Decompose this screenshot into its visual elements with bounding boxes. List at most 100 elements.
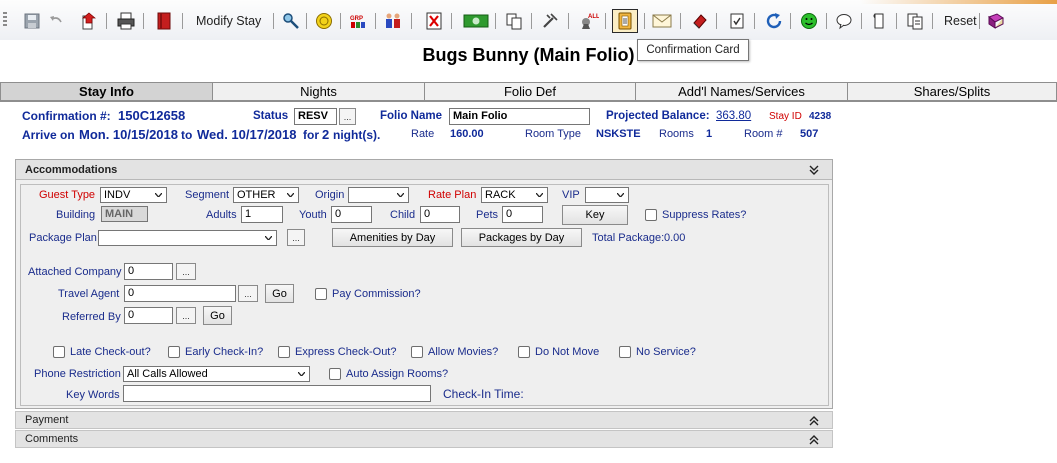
allow-movies-checkbox[interactable] bbox=[411, 346, 423, 358]
cash-icon[interactable] bbox=[463, 11, 489, 31]
do-not-move-checkbox[interactable] bbox=[518, 346, 530, 358]
travel-agent-field[interactable]: 0 bbox=[124, 285, 236, 302]
modify-stay-button[interactable]: Modify Stay bbox=[196, 14, 261, 28]
child-field[interactable]: 0 bbox=[420, 206, 460, 223]
payment-section-header[interactable]: Payment bbox=[15, 411, 833, 429]
rate-plan-select[interactable]: RACK bbox=[481, 187, 548, 203]
tab-shares-splits[interactable]: Shares/Splits bbox=[848, 82, 1057, 101]
origin-label: Origin bbox=[315, 189, 345, 201]
status-field[interactable]: RESV bbox=[294, 108, 337, 125]
toolbar-accent-line bbox=[860, 0, 1057, 4]
status-lookup-button[interactable]: ... bbox=[339, 108, 356, 125]
tab-bar: Stay Info Nights Folio Def Add'l Names/S… bbox=[0, 82, 1057, 101]
toolbar-grip[interactable] bbox=[3, 12, 7, 28]
no-service-label: No Service? bbox=[636, 346, 696, 358]
collapse-chevron-icon[interactable] bbox=[808, 164, 820, 176]
book-icon[interactable] bbox=[986, 11, 1006, 31]
reset-button[interactable]: Reset bbox=[944, 14, 977, 28]
total-package-value: 0.00 bbox=[664, 232, 686, 244]
rooms-label: Rooms bbox=[659, 128, 694, 140]
undo-icon[interactable] bbox=[46, 11, 66, 31]
comments-section-header[interactable]: Comments bbox=[15, 430, 833, 448]
pets-field[interactable]: 0 bbox=[502, 206, 543, 223]
key-words-field[interactable] bbox=[123, 385, 431, 402]
adults-field[interactable]: 1 bbox=[241, 206, 283, 223]
tools-icon[interactable] bbox=[540, 11, 560, 31]
rate-value: 160.00 bbox=[450, 128, 484, 140]
segment-select[interactable]: OTHER bbox=[233, 187, 299, 203]
coin-icon[interactable] bbox=[314, 11, 334, 31]
do-not-move-label: Do Not Move bbox=[535, 346, 600, 358]
auto-assign-rooms-checkbox[interactable] bbox=[329, 368, 341, 380]
alert-icon[interactable]: ALL bbox=[579, 11, 599, 31]
attached-company-lookup-button[interactable]: ... bbox=[176, 263, 196, 280]
copy-icon[interactable] bbox=[504, 11, 524, 31]
svg-text:GRP: GRP bbox=[350, 16, 363, 22]
document-icon[interactable] bbox=[869, 11, 889, 31]
package-plan-lookup-button[interactable]: ... bbox=[287, 229, 305, 246]
folio-icon[interactable] bbox=[154, 11, 174, 31]
referred-by-go-button[interactable]: Go bbox=[203, 306, 232, 325]
no-service-checkbox[interactable] bbox=[619, 346, 631, 358]
accommodations-title: Accommodations bbox=[25, 164, 118, 176]
key-words-label: Key Words bbox=[66, 389, 120, 401]
key-button[interactable]: Key bbox=[562, 205, 628, 225]
vip-select[interactable] bbox=[585, 187, 629, 203]
expand-chevron-icon[interactable] bbox=[808, 434, 820, 446]
search-key-icon[interactable] bbox=[281, 11, 301, 31]
pay-commission-checkbox[interactable] bbox=[315, 288, 327, 300]
arrive-date: Mon. 10/15/2018 bbox=[79, 127, 178, 142]
guest-type-select[interactable]: INDV bbox=[100, 187, 167, 203]
travel-agent-lookup-button[interactable]: ... bbox=[238, 285, 258, 302]
cancel-icon[interactable] bbox=[424, 11, 444, 31]
smiley-icon[interactable] bbox=[799, 11, 819, 31]
referred-by-lookup-button[interactable]: ... bbox=[176, 307, 196, 324]
travel-agent-go-button[interactable]: Go bbox=[265, 284, 294, 303]
late-checkout-checkbox[interactable] bbox=[53, 346, 65, 358]
express-checkout-checkbox[interactable] bbox=[278, 346, 290, 358]
folio-name-field[interactable]: Main Folio bbox=[449, 108, 590, 125]
documents-icon[interactable] bbox=[905, 11, 925, 31]
tab-stay-info[interactable]: Stay Info bbox=[0, 82, 213, 101]
suppress-rates-checkbox[interactable] bbox=[645, 209, 657, 221]
people-icon[interactable] bbox=[383, 11, 403, 31]
pay-commission-label: Pay Commission? bbox=[332, 288, 421, 300]
confirmation-card-icon[interactable] bbox=[612, 9, 638, 33]
early-checkin-checkbox[interactable] bbox=[168, 346, 180, 358]
message-icon[interactable] bbox=[834, 11, 854, 31]
for-label: for bbox=[303, 128, 319, 142]
segment-label: Segment bbox=[185, 189, 230, 201]
print-icon[interactable] bbox=[116, 11, 136, 31]
attached-company-field[interactable]: 0 bbox=[124, 263, 173, 280]
packages-by-day-button[interactable]: Packages by Day bbox=[461, 228, 582, 247]
package-plan-select[interactable] bbox=[98, 230, 277, 246]
check-out-icon[interactable] bbox=[79, 11, 99, 31]
youth-field[interactable]: 0 bbox=[331, 206, 372, 223]
tab-addl-names-services[interactable]: Add'l Names/Services bbox=[636, 82, 848, 101]
confirmation-label: Confirmation #: bbox=[22, 109, 111, 123]
room-number-value: 507 bbox=[800, 128, 819, 140]
eraser-icon[interactable] bbox=[690, 11, 710, 31]
page-title: Bugs Bunny (Main Folio) bbox=[422, 45, 635, 65]
refresh-icon[interactable] bbox=[764, 11, 784, 31]
expand-chevron-icon[interactable] bbox=[808, 415, 820, 427]
attached-company-label: Attached Company bbox=[28, 266, 122, 278]
accommodations-header[interactable]: Accommodations bbox=[16, 160, 832, 180]
referred-by-label: Referred By bbox=[62, 311, 121, 323]
travel-agent-label: Travel Agent bbox=[58, 288, 120, 300]
save-icon[interactable] bbox=[22, 11, 42, 31]
guest-type-label: Guest Type bbox=[39, 189, 96, 201]
phone-restriction-label: Phone Restriction bbox=[34, 368, 121, 380]
phone-restriction-select[interactable]: All Calls Allowed bbox=[123, 366, 310, 382]
checklist-icon[interactable] bbox=[727, 11, 747, 31]
tab-nights[interactable]: Nights bbox=[213, 82, 425, 101]
tab-folio-def[interactable]: Folio Def bbox=[425, 82, 636, 101]
referred-by-field[interactable]: 0 bbox=[124, 307, 173, 324]
room-type-value: NSKSTE bbox=[596, 128, 641, 140]
origin-select[interactable] bbox=[348, 187, 409, 203]
group-icon[interactable]: GRP bbox=[348, 11, 368, 31]
amenities-by-day-button[interactable]: Amenities by Day bbox=[332, 228, 453, 247]
projected-balance-link[interactable]: 363.80 bbox=[716, 110, 751, 122]
room-number-label: Room # bbox=[744, 128, 783, 140]
mail-icon[interactable] bbox=[652, 11, 672, 31]
